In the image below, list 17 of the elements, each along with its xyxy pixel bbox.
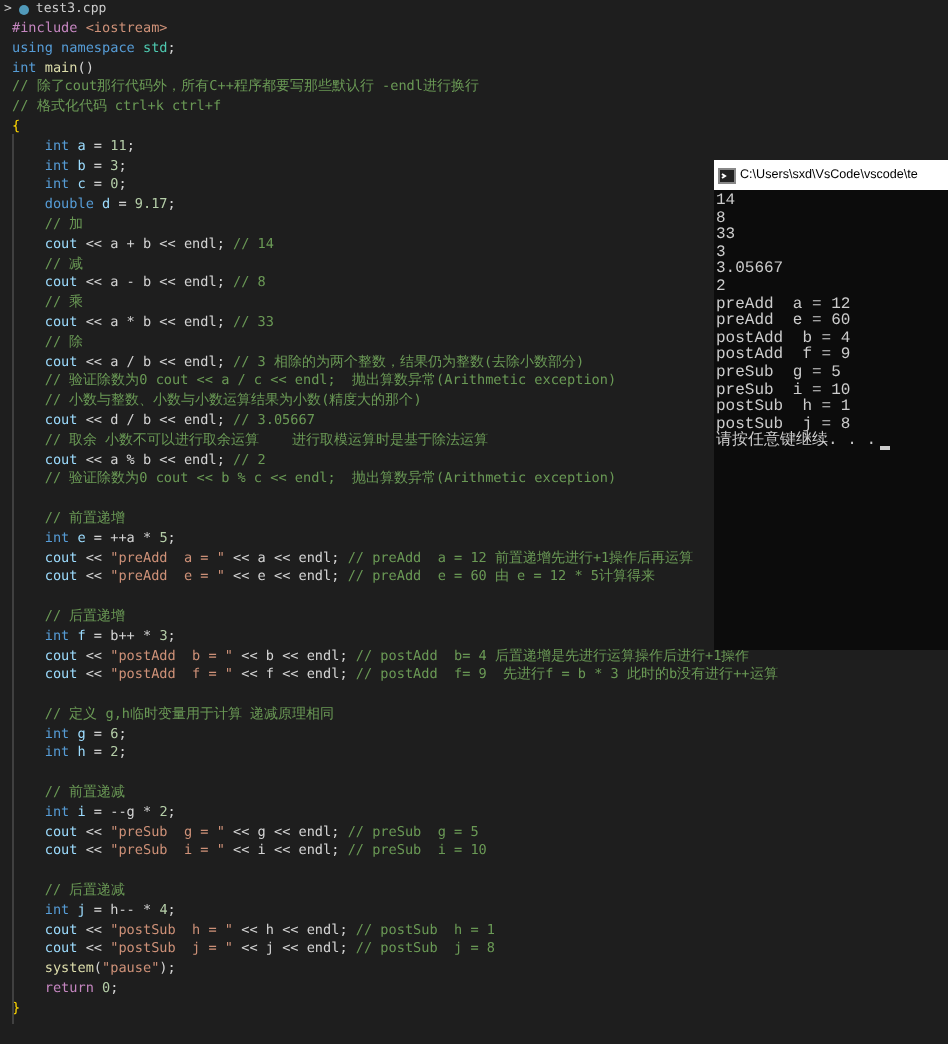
console-output-line: postSub j = 8 bbox=[716, 417, 851, 434]
cpp-file-icon bbox=[17, 3, 30, 15]
console-output-line: 8 bbox=[716, 211, 726, 228]
console-output-line: preAdd e = 60 bbox=[716, 314, 851, 331]
console-output-line: postAdd b = 4 bbox=[716, 331, 851, 348]
console-output-line: postAdd f = 9 bbox=[716, 348, 851, 365]
console-output-line: 33 bbox=[716, 228, 736, 245]
text-cursor bbox=[880, 445, 891, 450]
console-output-line: postSub h = 1 bbox=[716, 400, 851, 417]
console-output-line: 3.05667 bbox=[716, 262, 784, 279]
console-output-line: 2 bbox=[716, 279, 726, 296]
console-prompt: 请按任意键继续. . . bbox=[716, 434, 877, 452]
console-output-line: preSub g = 5 bbox=[716, 365, 841, 382]
console-output-line: 14 bbox=[716, 194, 736, 211]
console-output-line: preAdd a = 12 bbox=[716, 297, 851, 314]
console-output-line: 3 bbox=[716, 245, 726, 262]
console-output-line: preSub i = 10 bbox=[716, 383, 851, 400]
